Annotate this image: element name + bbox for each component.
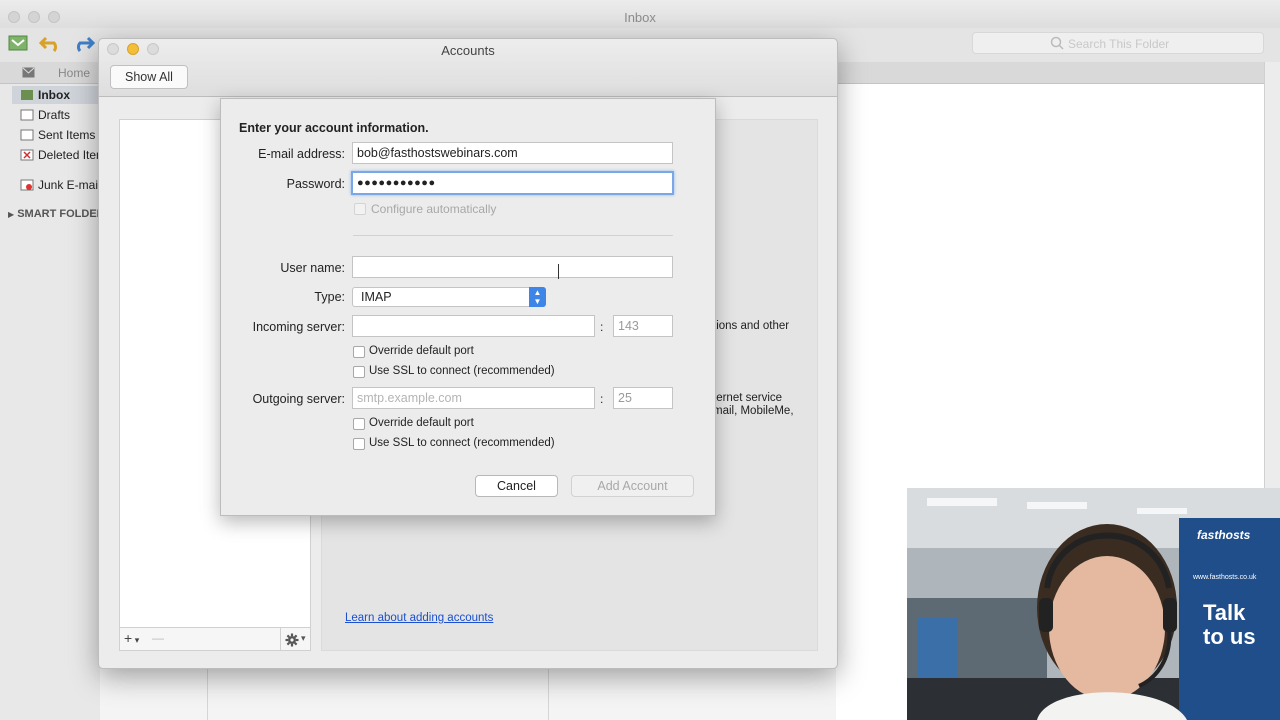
redo-icon[interactable] (70, 32, 96, 54)
configure-automatically-label: Configure automatically (371, 202, 497, 216)
outgoing-override-port-label: Override default port (369, 417, 474, 429)
outgoing-port-field[interactable]: 25 (613, 387, 673, 409)
chevron-down-icon: ▾ (132, 635, 140, 645)
panel-description-text: mail, MobileMe, (713, 405, 794, 417)
banner-to-us-text: to us (1203, 624, 1256, 649)
inbox-icon (21, 90, 33, 100)
sheet-heading: Enter your account information. (239, 121, 429, 135)
incoming-port-field[interactable]: 143 (613, 315, 673, 337)
incoming-use-ssl-checkbox[interactable] (353, 366, 365, 378)
banner-url-text: www.fasthosts.co.uk (1193, 574, 1257, 581)
password-label: Password: (286, 177, 345, 191)
envelope-icon (22, 67, 35, 78)
smart-folders-label: SMART FOLDERS (17, 208, 100, 220)
port-separator: : (600, 392, 604, 406)
outgoing-use-ssl-checkbox[interactable] (353, 438, 365, 450)
disclosure-triangle-icon: ▶ (8, 210, 15, 219)
sidebar-item-deleted-items[interactable]: Deleted Items (38, 146, 100, 164)
add-account-button[interactable]: Add Account (571, 475, 694, 497)
outgoing-use-ssl-label: Use SSL to connect (recommended) (369, 437, 555, 449)
accounts-title: Accounts (441, 43, 495, 58)
type-select[interactable]: IMAP ▲ ▼ (352, 287, 546, 307)
show-all-button[interactable]: Show All (110, 65, 188, 89)
panel-description-text: ternet service (713, 392, 783, 404)
column-divider (207, 668, 208, 720)
webcam-overlay: fasthosts www.fasthosts.co.uk Talk to us (907, 488, 1280, 720)
outgoing-override-port-checkbox[interactable] (353, 418, 365, 430)
learn-about-adding-accounts-link[interactable]: Learn about adding accounts (345, 612, 493, 624)
remove-account-button[interactable]: — (152, 631, 164, 645)
port-separator: : (600, 320, 604, 334)
plus-icon: + (124, 630, 133, 646)
outgoing-server-field[interactable]: smtp.example.com (352, 387, 595, 409)
incoming-override-port-checkbox[interactable] (353, 346, 365, 358)
separator (353, 235, 673, 236)
gear-icon (285, 633, 299, 647)
account-actions-menu-button[interactable]: ▾ (280, 628, 311, 650)
email-label: E-mail address: (258, 147, 345, 161)
chevron-down-icon: ▾ (301, 633, 306, 643)
select-stepper-icon: ▲ ▼ (529, 287, 546, 307)
panel-description-text: tions and other (713, 320, 790, 332)
incoming-override-port-label: Override default port (369, 345, 474, 357)
window-title: Inbox (624, 10, 656, 25)
drafts-icon (20, 109, 34, 121)
account-info-sheet: Enter your account information. E-mail a… (220, 98, 716, 516)
search-placeholder: Search This Folder (1068, 37, 1170, 51)
password-field[interactable]: ●●●●●●●●●●● (351, 171, 674, 195)
add-account-menu-button[interactable]: + ▾ (124, 630, 139, 646)
tab-home[interactable]: Home (20, 64, 100, 82)
junk-email-icon (20, 179, 34, 191)
username-field[interactable] (352, 256, 673, 278)
outgoing-server-label: Outgoing server: (252, 392, 345, 406)
deleted-items-icon (20, 149, 34, 161)
cancel-button[interactable]: Cancel (475, 475, 558, 497)
accounts-list-toolbar: + ▾ — ▾ (119, 627, 311, 651)
message-list-area (100, 668, 836, 720)
undo-icon[interactable] (38, 32, 64, 54)
incoming-server-field[interactable] (352, 315, 595, 337)
type-label: Type: (314, 290, 345, 304)
banner-brand-text: fasthosts (1197, 528, 1251, 542)
tab-home-label: Home (58, 66, 91, 80)
username-label: User name: (280, 261, 345, 275)
type-select-value: IMAP (361, 290, 392, 304)
sidebar-item-junk-email[interactable]: Junk E-mail (38, 176, 100, 194)
incoming-server-label: Incoming server: (252, 320, 345, 334)
sent-items-icon (20, 129, 34, 141)
banner-talk-text: Talk (1203, 600, 1246, 625)
configure-automatically-checkbox[interactable] (354, 203, 366, 215)
column-divider (548, 668, 549, 720)
smart-folders-header[interactable]: ▶ SMART FOLDERS (8, 208, 100, 220)
text-cursor (558, 264, 559, 279)
search-icon (1050, 36, 1064, 50)
email-field[interactable]: bob@fasthostswebinars.com (352, 142, 673, 164)
send-receive-icon[interactable] (6, 32, 32, 54)
incoming-use-ssl-label: Use SSL to connect (recommended) (369, 365, 555, 377)
